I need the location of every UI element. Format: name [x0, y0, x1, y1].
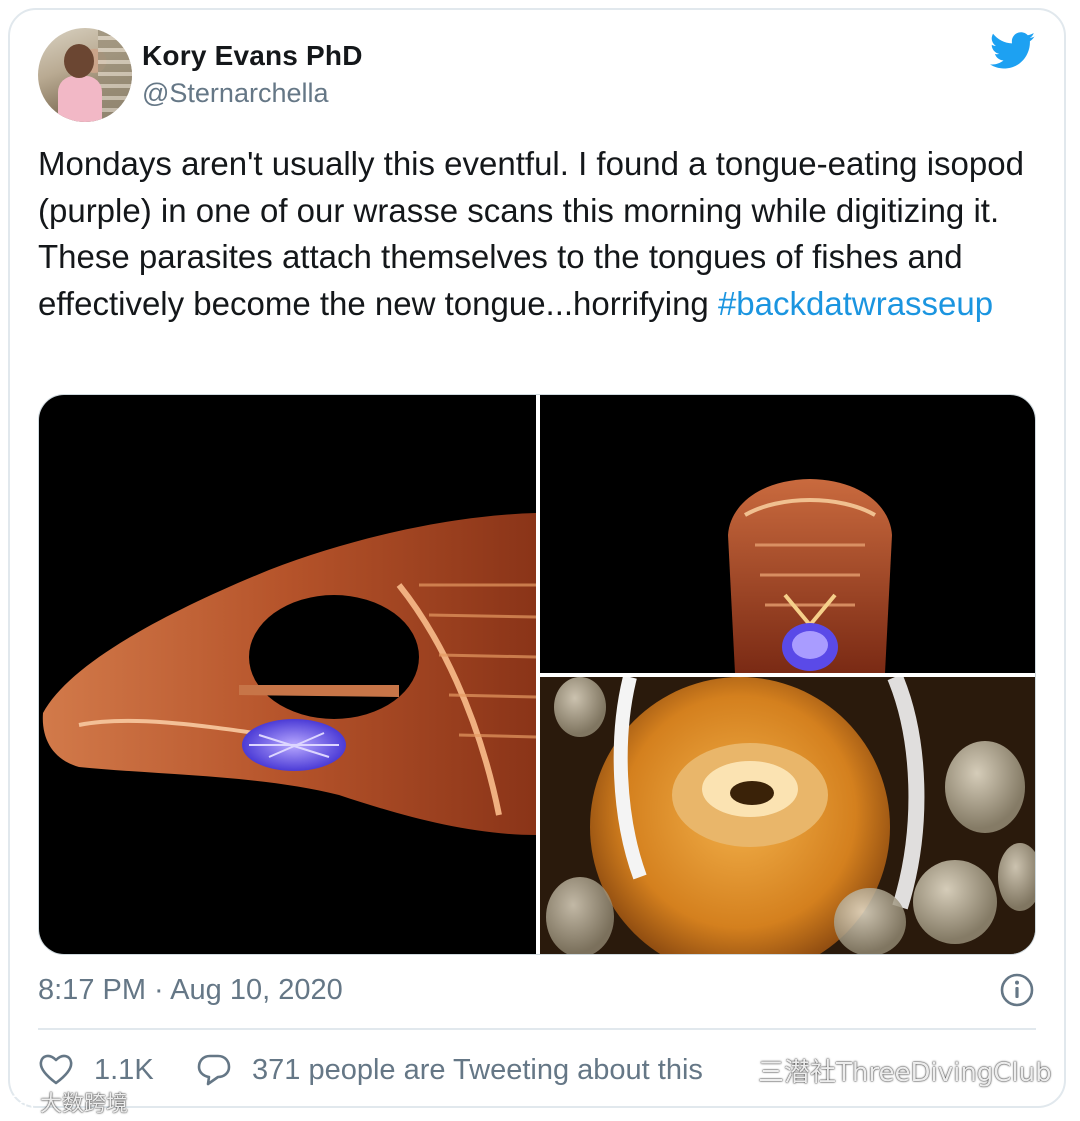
media-grid: [38, 394, 1036, 955]
author-avatar[interactable]: [38, 28, 132, 122]
watermark-dashukuajing: 大数跨境: [6, 1086, 128, 1118]
hashtag-link[interactable]: #backdatwrasseup: [718, 285, 993, 322]
author-handle[interactable]: @Sternarchella: [142, 78, 329, 109]
tweet-text: Mondays aren't usually this eventful. I …: [38, 141, 1038, 327]
avatar-background-shelf: [98, 28, 132, 122]
watermark-left-text: 大数跨境: [40, 1092, 129, 1117]
divider: [38, 1028, 1036, 1030]
info-icon[interactable]: [1000, 973, 1034, 1007]
fish-skull-ct-scan-image[interactable]: [39, 395, 536, 954]
tweet-timestamp[interactable]: 8:17 PM · Aug 10, 2020: [38, 974, 343, 1007]
fish-head-ct-scan-front-image[interactable]: [540, 395, 1035, 673]
clownfish-mouth-photo[interactable]: [540, 677, 1035, 954]
like-count[interactable]: 1.1K: [94, 1054, 154, 1087]
wechat-logo-icon-small: [6, 1095, 34, 1115]
avatar-shirt: [58, 76, 102, 122]
heart-icon[interactable]: [38, 1052, 74, 1086]
speech-bubble-icon[interactable]: [196, 1052, 232, 1088]
watermark-right-text: 三潜社ThreeDivingClub: [758, 1058, 1052, 1088]
wechat-logo-icon: [719, 1061, 751, 1085]
author-display-name[interactable]: Kory Evans PhD: [142, 40, 363, 72]
avatar-head: [64, 44, 94, 78]
discussion-link[interactable]: 371 people are Tweeting about this: [252, 1054, 703, 1087]
watermark-threedivingclub: 三潜社ThreeDivingClub: [718, 1052, 1052, 1089]
twitter-bird-icon[interactable]: [990, 32, 1036, 70]
